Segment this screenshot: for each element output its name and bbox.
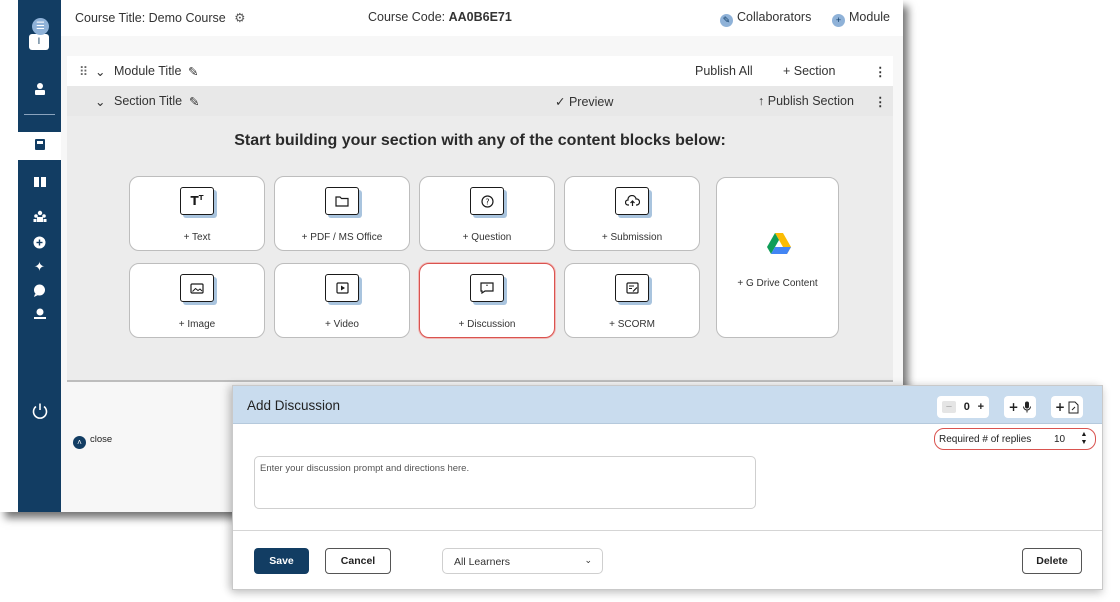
submission-block[interactable]: + Submission — [564, 176, 700, 251]
module-row: ⠿ ⌄ Module Title ✎ Publish All + Section… — [67, 56, 893, 86]
publish-all-button[interactable]: Publish All — [695, 64, 753, 78]
audience-select[interactable]: All Learners ⌄ — [442, 548, 603, 574]
image-block[interactable]: + Image — [129, 263, 265, 338]
plus-icon: + — [832, 14, 845, 27]
user-icon[interactable] — [18, 82, 61, 101]
content-block-picker: Start building your section with any of … — [67, 116, 893, 449]
section-more-icon[interactable]: ⋮ — [874, 94, 887, 109]
edit-module-title-icon[interactable]: ✎ — [188, 64, 198, 79]
increment-button[interactable]: + — [978, 401, 984, 413]
section-row: ⌄ Section Title ✎ ✓ Preview ↑ Publish Se… — [67, 86, 893, 116]
cancel-button[interactable]: Cancel — [325, 548, 391, 574]
scorm-icon — [615, 274, 649, 302]
course-header: Course Title: Demo Course ⚙ Course Code:… — [61, 0, 903, 36]
discussion-prompt-input[interactable]: Enter your discussion prompt and directi… — [254, 456, 756, 509]
course-code: Course Code: AA0B6E71 — [368, 10, 512, 24]
text-icon: TT — [180, 187, 214, 215]
question-block[interactable]: ? + Question — [419, 176, 555, 251]
text-block[interactable]: TT + Text — [129, 176, 265, 251]
library-icon[interactable] — [18, 176, 61, 193]
scorm-block[interactable]: + SCORM — [564, 263, 700, 338]
upload-cloud-icon — [615, 187, 649, 215]
chevron-down-icon[interactable]: ⌄ — [95, 64, 105, 79]
builder-bottom-border — [67, 380, 893, 382]
add-discussion-dialog: Add Discussion − 0 + + + Required # of r… — [232, 385, 1103, 590]
pdf-office-block[interactable]: + PDF / MS Office — [274, 176, 410, 251]
award-icon[interactable] — [18, 307, 61, 325]
folder-icon — [325, 187, 359, 215]
collaborators-button[interactable]: ✎ Collaborators — [720, 10, 811, 27]
add-audio-button[interactable]: + — [1004, 396, 1036, 418]
sidebar: I ✦ — [18, 0, 61, 512]
add-attachment-button[interactable]: + — [1051, 396, 1083, 418]
module-more-icon[interactable]: ⋮ — [874, 64, 887, 79]
video-block[interactable]: + Video — [274, 263, 410, 338]
group-icon[interactable] — [18, 210, 61, 228]
sidebar-top-badge[interactable]: I — [29, 34, 49, 50]
pencil-icon: ✎ — [720, 14, 733, 27]
dialog-header: Add Discussion − 0 + + + — [233, 386, 1102, 424]
gdrive-block[interactable]: + G Drive Content — [716, 177, 839, 338]
chevron-up-icon: ˄ — [73, 436, 86, 449]
screen: I ✦ ☰ Course Title: Demo Course ⚙ Course… — [0, 0, 1120, 602]
google-drive-icon — [767, 233, 791, 258]
section-title: Section Title — [114, 94, 183, 108]
edit-section-title-icon[interactable]: ✎ — [189, 94, 199, 109]
add-section-button[interactable]: + Section — [783, 64, 835, 78]
counter-stepper[interactable]: − 0 + — [937, 396, 989, 418]
required-replies-value[interactable]: 10 — [1054, 434, 1065, 445]
discussion-block[interactable]: “ + Discussion — [419, 263, 555, 338]
builder-heading: Start building your section with any of … — [234, 132, 726, 149]
delete-button[interactable]: Delete — [1022, 548, 1082, 574]
image-icon — [180, 274, 214, 302]
dialog-title: Add Discussion — [247, 398, 341, 413]
sidebar-divider — [24, 114, 55, 115]
attachment-icon — [1068, 401, 1079, 413]
chevron-down-icon[interactable]: ⌄ — [95, 94, 105, 109]
save-button[interactable]: Save — [254, 548, 309, 574]
replies-spinner-icon[interactable]: ▲ ▼ — [1078, 431, 1090, 447]
preview-button[interactable]: ✓ Preview — [555, 94, 613, 109]
dialog-divider — [233, 530, 1102, 531]
close-builder-button[interactable]: ˄ close — [73, 434, 112, 449]
decrement-button[interactable]: − — [942, 401, 956, 413]
book-icon[interactable] — [18, 138, 61, 156]
required-replies-label: Required # of replies — [939, 434, 1032, 445]
power-icon[interactable] — [18, 402, 61, 423]
chevron-down-icon: ⌄ — [584, 555, 592, 565]
svg-text:?: ? — [485, 197, 489, 206]
gear-icon[interactable]: ⚙ — [234, 11, 245, 25]
add-icon[interactable] — [18, 236, 61, 254]
sparkle-icon[interactable]: ✦ — [18, 260, 61, 276]
video-icon — [325, 274, 359, 302]
add-module-button[interactable]: + Module — [832, 10, 890, 27]
module-title: Module Title — [114, 64, 182, 78]
required-replies-field[interactable]: Required # of replies 10 ▲ ▼ — [934, 428, 1096, 450]
publish-section-button[interactable]: ↑ Publish Section — [758, 94, 854, 108]
counter-value: 0 — [963, 401, 970, 413]
microphone-icon — [1022, 401, 1031, 413]
drag-handle-icon[interactable]: ⠿ — [79, 64, 88, 79]
course-title: Course Title: Demo Course ⚙ — [75, 11, 246, 25]
menu-toggle-icon[interactable]: ☰ — [32, 18, 49, 35]
question-icon: ? — [470, 187, 504, 215]
svg-text:“: “ — [485, 284, 488, 291]
chat-icon[interactable] — [18, 284, 61, 302]
discussion-icon: “ — [470, 274, 504, 302]
